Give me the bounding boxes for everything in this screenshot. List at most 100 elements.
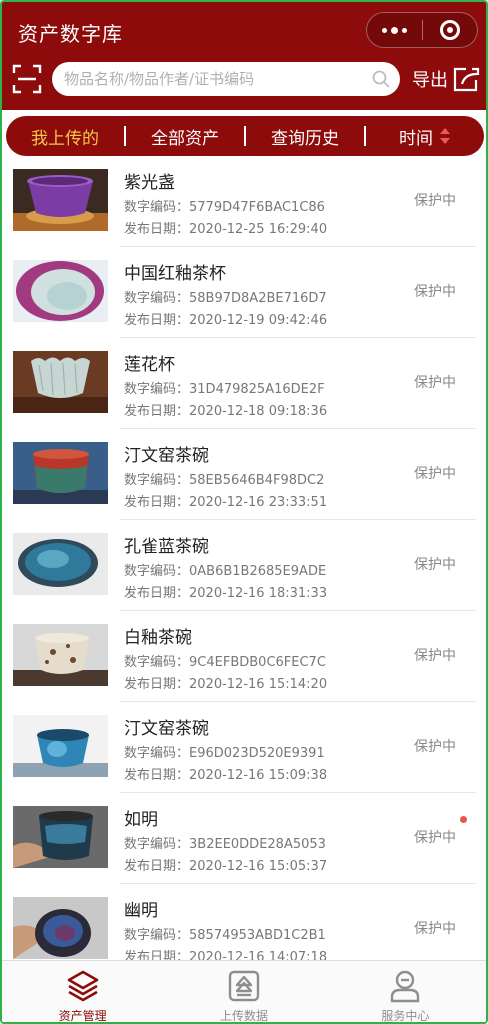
date-label: 发布日期： — [124, 222, 190, 237]
status-badge: 保护中 — [414, 375, 456, 391]
user-icon — [391, 970, 420, 1003]
tab-label: 上传数据 — [219, 1009, 268, 1023]
asset-row[interactable]: 紫光盏 数字编码：5779D47F6BAC1C86 发布日期：2020-12-2… — [2, 156, 486, 247]
date-value: 2020-12-16 15:09:38 — [189, 768, 328, 783]
asset-row[interactable]: 莲花杯 数字编码：31D479825A16DE2F 发布日期：2020-12-1… — [2, 338, 486, 429]
search-input[interactable] — [64, 62, 364, 96]
code-label: 数字编码： — [124, 746, 190, 761]
asset-thumbnail — [13, 260, 108, 322]
notification-dot — [460, 816, 467, 823]
more-dot-icon — [390, 26, 398, 34]
asset-code: 数字编码：3B2EE0DDE28A5053 — [124, 833, 326, 852]
tab-service-center[interactable]: 服务中心 — [325, 961, 486, 1022]
layers-icon — [67, 970, 98, 1002]
filter-label: 查询历史 — [271, 128, 339, 149]
asset-code: 数字编码：5779D47F6BAC1C86 — [124, 196, 325, 215]
asset-date: 发布日期：2020-12-16 15:09:38 — [124, 764, 327, 783]
mini-program-capsule — [366, 12, 478, 48]
header: 资产数字库 导出 — [2, 2, 486, 110]
asset-code: 数字编码：58574953ABD1C2B1 — [124, 924, 326, 943]
asset-name: 紫光盏 — [124, 173, 175, 193]
code-value: 58EB5646B4F98DC2 — [189, 473, 325, 488]
date-value: 2020-12-18 09:18:36 — [189, 404, 328, 419]
asset-date: 发布日期：2020-12-19 09:42:46 — [124, 309, 327, 328]
date-label: 发布日期： — [124, 313, 190, 328]
filter-sort-time[interactable]: 时间 — [366, 124, 484, 149]
status-badge: 保护中 — [414, 557, 456, 573]
search-box — [52, 62, 400, 96]
asset-name: 汀文窑茶碗 — [124, 719, 209, 739]
status-badge: 保护中 — [414, 466, 456, 482]
date-value: 2020-12-16 15:14:20 — [189, 677, 328, 692]
asset-name: 孔雀蓝茶碗 — [124, 537, 209, 557]
date-label: 发布日期： — [124, 677, 190, 692]
export-label: 导出 — [412, 70, 448, 91]
code-label: 数字编码： — [124, 473, 190, 488]
asset-thumbnail — [13, 351, 108, 413]
asset-name: 汀文窑茶碗 — [124, 446, 209, 466]
filter-query-history[interactable]: 查询历史 — [246, 124, 364, 149]
code-value: E96D023D520E9391 — [189, 746, 325, 761]
code-label: 数字编码： — [124, 382, 190, 397]
date-value: 2020-12-16 15:05:37 — [189, 859, 328, 874]
more-dot-icon — [401, 27, 407, 33]
asset-row[interactable]: 汀文窑茶碗 数字编码：58EB5646B4F98DC2 发布日期：2020-12… — [2, 429, 486, 520]
asset-thumbnail — [13, 169, 108, 231]
tab-upload-data[interactable]: 上传数据 — [163, 961, 324, 1023]
tab-asset-management[interactable]: 资产管理 — [2, 961, 163, 1022]
asset-name: 中国红釉茶杯 — [124, 264, 226, 284]
asset-date: 发布日期：2020-12-16 15:14:20 — [124, 673, 327, 692]
code-label: 数字编码： — [124, 291, 190, 306]
code-value: 58574953ABD1C2B1 — [189, 928, 326, 943]
filter-bar: 我上传的 全部资产 查询历史 时间 — [6, 116, 484, 156]
status-badge: 保护中 — [414, 830, 456, 846]
filter-all-assets[interactable]: 全部资产 — [126, 124, 244, 149]
asset-row[interactable]: 白釉茶碗 数字编码：9C4EFBDB0C6FEC7C 发布日期：2020-12-… — [2, 611, 486, 702]
status-badge: 保护中 — [414, 284, 456, 300]
status-badge: 保护中 — [414, 193, 456, 209]
date-label: 发布日期： — [124, 586, 190, 601]
asset-row[interactable]: 如明 数字编码：3B2EE0DDE28A5053 发布日期：2020-12-16… — [2, 793, 486, 884]
status-badge: 保护中 — [414, 739, 456, 755]
asset-code: 数字编码：58B97D8A2BE716D7 — [124, 287, 327, 306]
app-frame: 资产数字库 导出 — [0, 0, 488, 1024]
share-export-icon — [453, 67, 480, 92]
filter-label: 全部资产 — [151, 128, 219, 149]
asset-thumbnail — [13, 533, 108, 595]
code-label: 数字编码： — [124, 564, 190, 579]
code-label: 数字编码： — [124, 200, 190, 215]
filter-label: 时间 — [399, 128, 433, 149]
asset-name: 如明 — [124, 810, 158, 830]
close-mini-program-button[interactable] — [422, 12, 477, 48]
asset-thumbnail — [13, 624, 108, 686]
asset-code: 数字编码：31D479825A16DE2F — [124, 378, 325, 397]
code-value: 5779D47F6BAC1C86 — [189, 200, 325, 215]
asset-code: 数字编码：9C4EFBDB0C6FEC7C — [124, 651, 326, 670]
asset-code: 数字编码：0AB6B1B2685E9ADE — [124, 560, 326, 579]
asset-code: 数字编码：58EB5646B4F98DC2 — [124, 469, 324, 488]
asset-code: 数字编码：E96D023D520E9391 — [124, 742, 325, 761]
upload-icon — [228, 970, 260, 1002]
search-icon[interactable] — [372, 70, 390, 88]
code-value: 9C4EFBDB0C6FEC7C — [189, 655, 326, 670]
target-icon — [439, 20, 460, 40]
export-button[interactable]: 导出 — [412, 62, 480, 96]
filter-my-uploads[interactable]: 我上传的 — [6, 124, 124, 149]
asset-list: 紫光盏 数字编码：5779D47F6BAC1C86 发布日期：2020-12-2… — [2, 156, 486, 975]
code-value: 3B2EE0DDE28A5053 — [189, 837, 326, 852]
asset-row[interactable]: 孔雀蓝茶碗 数字编码：0AB6B1B2685E9ADE 发布日期：2020-12… — [2, 520, 486, 611]
code-label: 数字编码： — [124, 655, 190, 670]
date-label: 发布日期： — [124, 404, 190, 419]
asset-row[interactable]: 中国红釉茶杯 数字编码：58B97D8A2BE716D7 发布日期：2020-1… — [2, 247, 486, 338]
status-badge: 保护中 — [414, 648, 456, 664]
code-value: 31D479825A16DE2F — [189, 382, 325, 397]
date-value: 2020-12-16 18:31:33 — [189, 586, 328, 601]
more-dot-icon — [381, 27, 387, 33]
asset-row[interactable]: 汀文窑茶碗 数字编码：E96D023D520E9391 发布日期：2020-12… — [2, 702, 486, 793]
more-menu-button[interactable] — [367, 12, 422, 48]
asset-thumbnail — [13, 442, 108, 504]
code-value: 0AB6B1B2685E9ADE — [189, 564, 327, 579]
scan-icon[interactable] — [12, 64, 42, 94]
asset-date: 发布日期：2020-12-16 23:33:51 — [124, 491, 327, 510]
sort-arrows-icon — [440, 128, 450, 144]
